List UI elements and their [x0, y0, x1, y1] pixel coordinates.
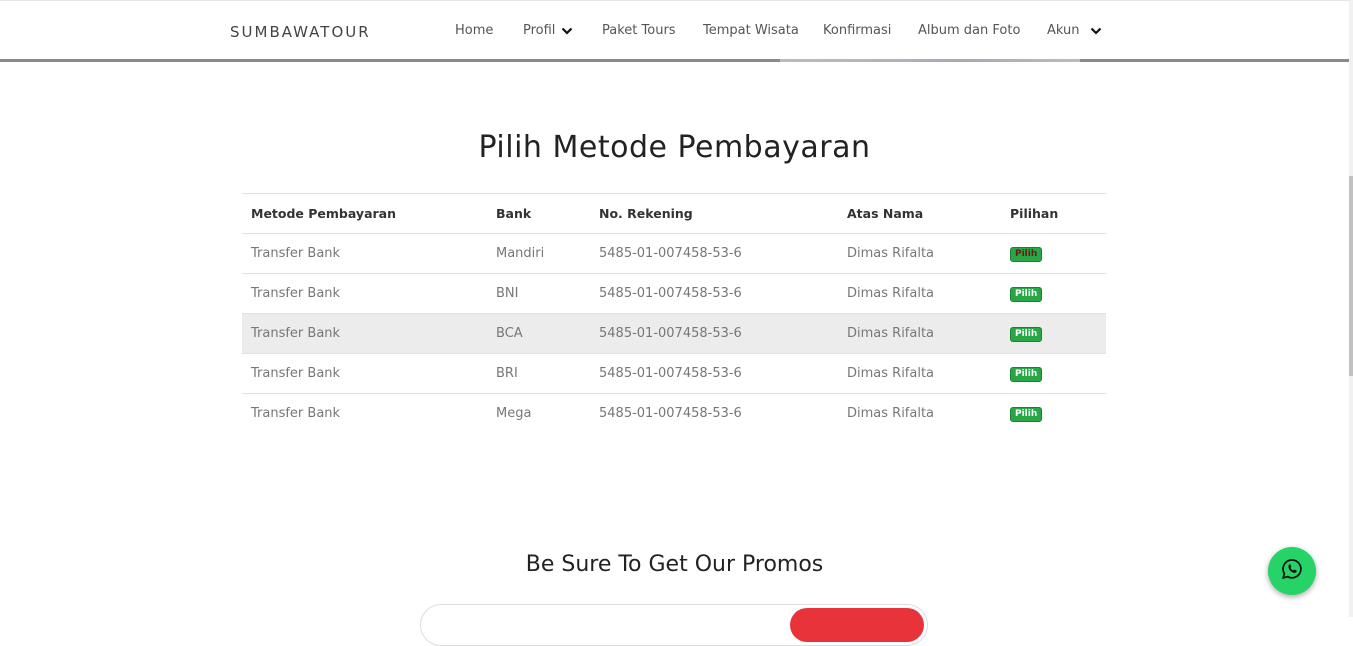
whatsapp-icon: [1281, 558, 1303, 585]
header-metode: Metode Pembayaran: [242, 193, 487, 234]
cell-bank: Mandiri: [487, 233, 590, 274]
cell-pilihan: Pilih: [1001, 353, 1106, 394]
cell-rekening: 5485-01-007458-53-6: [590, 393, 838, 433]
whatsapp-chat-button[interactable]: [1268, 547, 1316, 595]
header-pilihan: Pilihan: [1001, 193, 1106, 234]
cell-metode: Transfer Bank: [242, 393, 487, 433]
pilih-button[interactable]: Pilih: [1010, 287, 1043, 302]
nav-profil[interactable]: Profil: [523, 23, 573, 38]
nav-album-foto[interactable]: Album dan Foto: [918, 23, 1020, 38]
nav-profil-label: Profil: [523, 23, 556, 38]
nav-akun[interactable]: Akun: [1047, 23, 1102, 38]
cell-rekening: 5485-01-007458-53-6: [590, 233, 838, 274]
promo-title: Be Sure To Get Our Promos: [525, 552, 824, 577]
table-row: Transfer Bank BNI 5485-01-007458-53-6 Di…: [242, 273, 1106, 314]
payment-methods-table: Metode Pembayaran Bank No. Rekening Atas…: [242, 193, 1106, 433]
nav-konfirmasi[interactable]: Konfirmasi: [823, 23, 891, 38]
cell-pilihan: Pilih: [1001, 393, 1106, 433]
cell-atas-nama: Dimas Rifalta: [838, 233, 1001, 274]
cell-atas-nama: Dimas Rifalta: [838, 393, 1001, 433]
subscribe-button[interactable]: [790, 608, 924, 642]
cell-bank: Mega: [487, 393, 590, 433]
table-row: Transfer Bank Mega 5485-01-007458-53-6 D…: [242, 393, 1106, 433]
cell-atas-nama: Dimas Rifalta: [838, 273, 1001, 314]
hero-image-edge: [780, 59, 1080, 62]
nav-paket-tours-label: Paket Tours: [602, 23, 676, 38]
cell-pilihan: Pilih: [1001, 313, 1106, 354]
pilih-button[interactable]: Pilih: [1010, 247, 1043, 262]
nav-home-label: Home: [455, 23, 494, 38]
table-header-row: Metode Pembayaran Bank No. Rekening Atas…: [242, 193, 1106, 234]
cell-pilihan: Pilih: [1001, 233, 1106, 274]
table-row: Transfer Bank BCA 5485-01-007458-53-6 Di…: [242, 313, 1106, 354]
cell-pilihan: Pilih: [1001, 273, 1106, 314]
cell-bank: BRI: [487, 353, 590, 394]
page-scrollbar[interactable]: [1349, 0, 1353, 617]
table-row: Transfer Bank Mandiri 5485-01-007458-53-…: [242, 233, 1106, 274]
cell-metode: Transfer Bank: [242, 273, 487, 314]
nav-tempat-wisata[interactable]: Tempat Wisata: [703, 23, 799, 38]
cell-atas-nama: Dimas Rifalta: [838, 353, 1001, 394]
cell-metode: Transfer Bank: [242, 353, 487, 394]
pilih-button[interactable]: Pilih: [1010, 367, 1043, 382]
cell-metode: Transfer Bank: [242, 313, 487, 354]
top-navbar: SUMBAWATOUR Home Profil Paket Tours Temp…: [0, 0, 1349, 62]
cell-rekening: 5485-01-007458-53-6: [590, 273, 838, 314]
nav-album-foto-label: Album dan Foto: [918, 23, 1021, 38]
cell-atas-nama: Dimas Rifalta: [838, 313, 1001, 354]
header-atas-nama: Atas Nama: [838, 193, 1001, 234]
chevron-down-icon: [561, 26, 573, 36]
pilih-button[interactable]: Pilih: [1010, 407, 1043, 422]
cell-rekening: 5485-01-007458-53-6: [590, 353, 838, 394]
table-row: Transfer Bank BRI 5485-01-007458-53-6 Di…: [242, 353, 1106, 394]
nav-konfirmasi-label: Konfirmasi: [823, 23, 892, 38]
pilih-button[interactable]: Pilih: [1010, 327, 1043, 342]
header-rekening: No. Rekening: [590, 193, 838, 234]
nav-akun-label: Akun: [1047, 23, 1080, 38]
subscribe-form: [420, 604, 928, 646]
brand-logo-text[interactable]: SUMBAWATOUR: [230, 23, 371, 41]
cell-metode: Transfer Bank: [242, 233, 487, 274]
nav-home[interactable]: Home: [455, 23, 493, 38]
cell-rekening: 5485-01-007458-53-6: [590, 313, 838, 354]
cell-bank: BNI: [487, 273, 590, 314]
chevron-down-icon: [1090, 26, 1102, 36]
subscribe-email-input[interactable]: [421, 605, 781, 645]
cell-bank: BCA: [487, 313, 590, 354]
header-bank: Bank: [487, 193, 590, 234]
page-title: Pilih Metode Pembayaran: [478, 130, 871, 165]
nav-paket-tours[interactable]: Paket Tours: [602, 23, 676, 38]
scrollbar-thumb[interactable]: [1349, 176, 1353, 376]
nav-tempat-wisata-label: Tempat Wisata: [703, 23, 799, 38]
